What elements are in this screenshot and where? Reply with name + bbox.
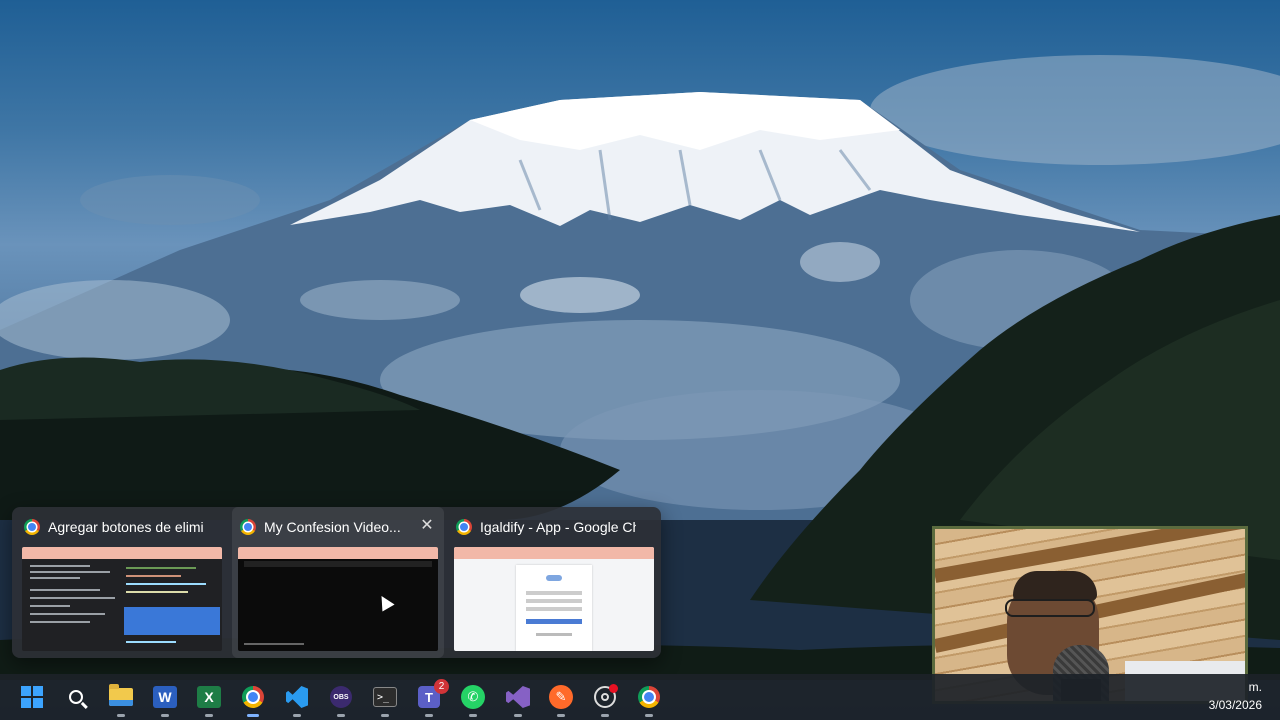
- start-icon[interactable]: [17, 682, 47, 712]
- notification-dot: [609, 684, 618, 693]
- thumbnail-title-bar: Agregar botones de elimin...: [24, 517, 204, 537]
- vscode-icon[interactable]: [282, 682, 312, 717]
- thumbnail-title: My Confesion Video...: [264, 519, 401, 535]
- thumbnail-preview: [454, 547, 654, 651]
- mouse-cursor: [375, 592, 395, 612]
- window-thumbnail[interactable]: Agregar botones de elimin...: [16, 507, 228, 658]
- taskbar-thumbnail-popup: Agregar botones de elimin... My Confesio…: [12, 507, 661, 658]
- close-icon[interactable]: ✕: [418, 517, 436, 535]
- clock-time: m.: [1248, 680, 1262, 694]
- paint-icon[interactable]: ✎: [546, 682, 576, 717]
- window-thumbnail[interactable]: My Confesion Video... ✕: [232, 507, 444, 658]
- file-explorer-icon[interactable]: [106, 682, 136, 717]
- obs-icon[interactable]: OBS: [326, 682, 356, 717]
- notification-badge: 2: [434, 679, 449, 694]
- thumbnail-title-bar: My Confesion Video...: [240, 517, 420, 537]
- aperture-icon[interactable]: [590, 682, 620, 717]
- whatsapp-icon[interactable]: ✆: [458, 682, 488, 717]
- word-icon[interactable]: W: [150, 682, 180, 717]
- chrome-icon: [24, 519, 40, 535]
- search-icon[interactable]: [61, 682, 91, 712]
- thumbnail-title: Agregar botones de elimin...: [48, 519, 204, 535]
- thumbnail-title: Igaldify - App - Google Ch...: [480, 519, 636, 535]
- glasses-icon: [1005, 599, 1095, 617]
- teams-icon[interactable]: T 2: [414, 679, 449, 717]
- chrome-icon[interactable]: [238, 682, 268, 717]
- window-thumbnail[interactable]: Igaldify - App - Google Ch...: [448, 507, 660, 658]
- terminal-icon[interactable]: >_: [370, 682, 400, 717]
- clock-date: 3/03/2026: [1208, 698, 1262, 712]
- thumbnail-preview: [238, 547, 438, 651]
- excel-icon[interactable]: X: [194, 682, 224, 717]
- chrome-icon: [456, 519, 472, 535]
- chrome-icon[interactable]: [634, 682, 664, 717]
- thumbnail-preview: [22, 547, 222, 651]
- system-clock[interactable]: m. 3/03/2026: [1209, 678, 1262, 714]
- taskbar: W X OBS >_ T 2 ✆ ✎ m. 3/03/2026: [0, 674, 1280, 720]
- visual-studio-icon[interactable]: [503, 682, 533, 717]
- thumbnail-title-bar: Igaldify - App - Google Ch...: [456, 517, 636, 537]
- chrome-icon: [240, 519, 256, 535]
